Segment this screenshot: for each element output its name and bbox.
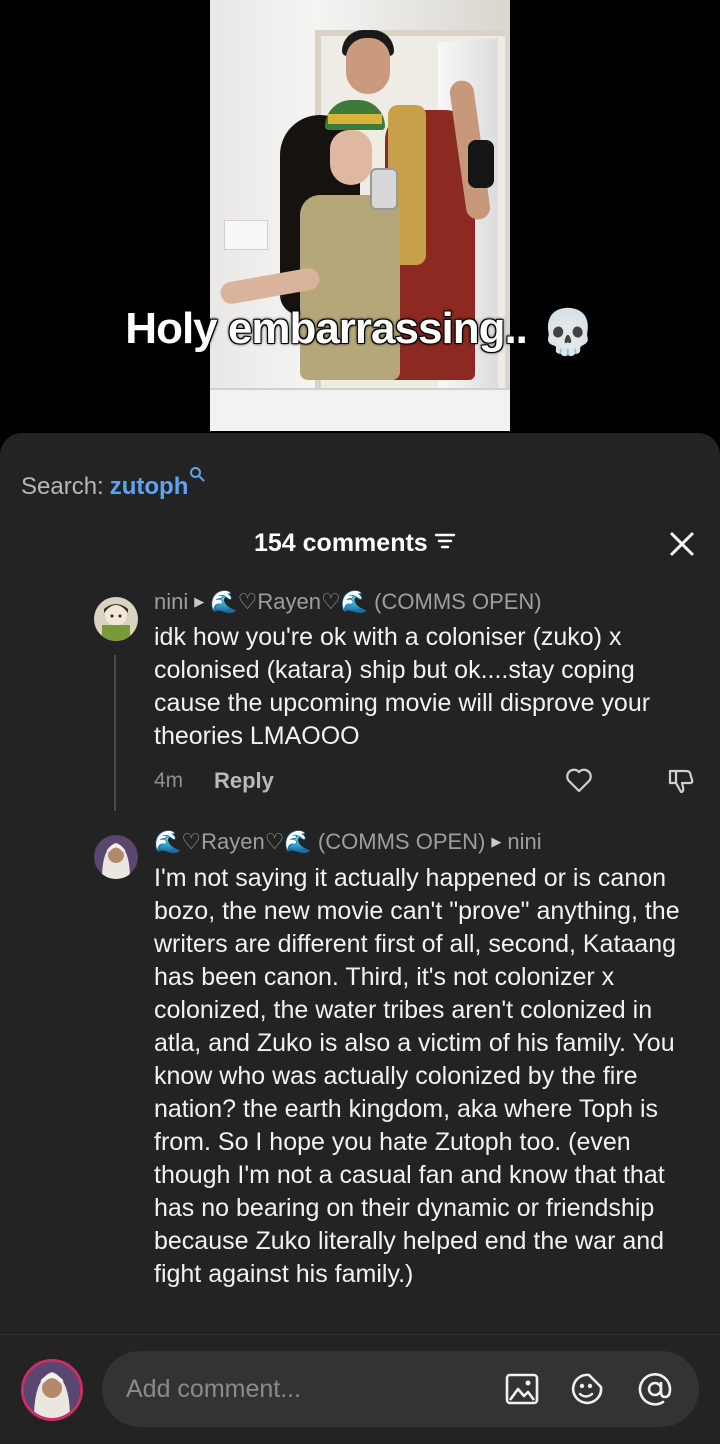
search-icon xyxy=(189,461,205,489)
like-heart-icon[interactable] xyxy=(564,765,594,795)
video-frame xyxy=(210,0,510,431)
comment-reply-to[interactable]: 🌊♡Rayen♡🌊 (COMMS OPEN) xyxy=(210,589,541,614)
dislike-icon[interactable] xyxy=(666,765,696,795)
filter-icon[interactable] xyxy=(434,529,456,558)
comment-text: I'm not saying it actually happened or i… xyxy=(154,864,680,1288)
search-suggestion[interactable]: Search: zutoph xyxy=(21,461,205,501)
reply-button[interactable]: Reply xyxy=(214,768,274,794)
comment-input[interactable] xyxy=(126,1369,486,1409)
avatar[interactable] xyxy=(94,835,138,879)
video-caption-text: Holy embarrassing.. xyxy=(125,304,528,353)
thread-line xyxy=(114,655,116,811)
my-avatar[interactable] xyxy=(21,1359,83,1421)
comment-meta: 🌊♡Rayen♡🌊 (COMMS OPEN) ▶ nini xyxy=(154,829,542,855)
comment-actions: 4m Reply xyxy=(154,765,704,797)
search-label: Search: xyxy=(21,473,104,500)
comment-composer xyxy=(0,1334,720,1444)
comment-reply-to[interactable]: nini xyxy=(507,829,541,854)
emoji-icon[interactable] xyxy=(569,1371,605,1407)
comments-header: 154 comments xyxy=(0,529,720,569)
avatar[interactable] xyxy=(94,597,138,641)
skull-emoji: 💀 xyxy=(540,308,596,357)
comment-author[interactable]: 🌊♡Rayen♡🌊 (COMMS OPEN) xyxy=(154,829,485,854)
comments-sheet: Search: zutoph 154 comments nini ▶ 🌊♡Rayen♡… xyxy=(0,433,720,1444)
comment-text: idk how you're ok with a coloniser (zuko… xyxy=(154,623,651,750)
comment-input-pill[interactable] xyxy=(102,1351,699,1427)
video-caption: Holy embarrassing.. 💀 xyxy=(0,304,720,358)
comment-time: 4m xyxy=(154,769,184,792)
comment-author[interactable]: nini xyxy=(154,589,188,614)
mention-icon[interactable] xyxy=(637,1371,673,1407)
reply-arrow-icon: ▶ xyxy=(491,834,502,849)
comment-count-label: 154 comments xyxy=(254,529,428,557)
image-icon[interactable] xyxy=(504,1371,540,1407)
comment-count[interactable]: 154 comments xyxy=(254,529,456,558)
video-player[interactable]: Holy embarrassing.. 💀 xyxy=(0,0,720,440)
reply-arrow-icon: ▶ xyxy=(194,594,205,609)
comment-meta: nini ▶ 🌊♡Rayen♡🌊 (COMMS OPEN) xyxy=(154,589,542,615)
search-term[interactable]: zutoph xyxy=(110,473,189,500)
close-icon[interactable] xyxy=(667,529,697,559)
